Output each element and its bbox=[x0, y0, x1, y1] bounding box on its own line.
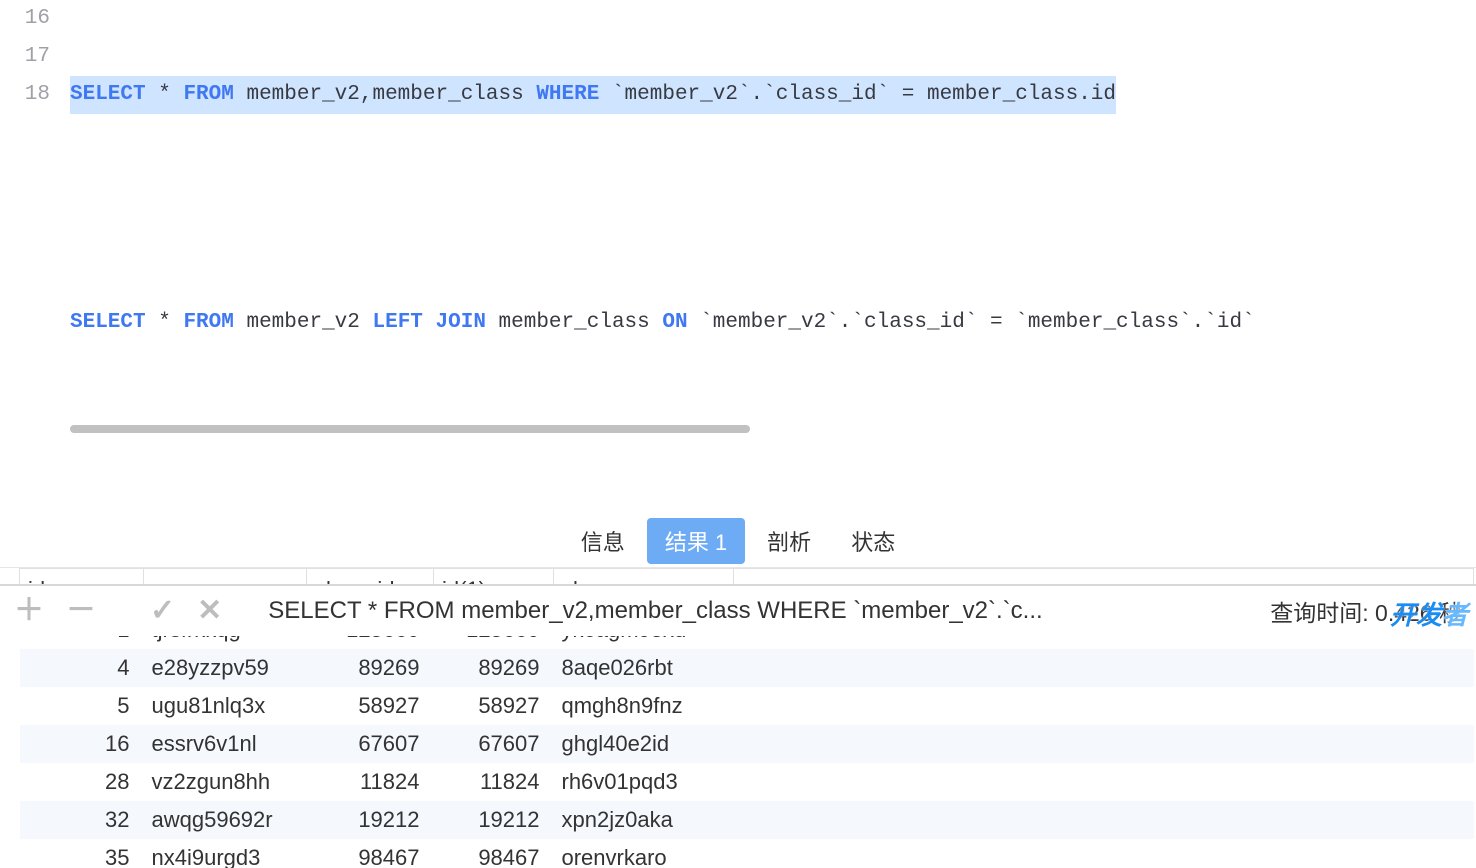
code-line-16[interactable]: SELECT * FROM member_v2,member_class WHE… bbox=[70, 76, 1476, 114]
cell-class-id[interactable]: 89269 bbox=[307, 649, 434, 687]
keyword-select: SELECT bbox=[70, 83, 146, 106]
line-number: 18 bbox=[0, 76, 50, 114]
table-row[interactable]: 32 awqg59692r 19212 19212 xpn2jz0aka bbox=[20, 801, 1474, 839]
cell-class-id[interactable]: 98467 bbox=[307, 839, 434, 868]
table-row[interactable]: 35 nx4i9urgd3 98467 98467 orenvrkaro bbox=[20, 839, 1474, 868]
keyword-where: WHERE bbox=[536, 83, 599, 106]
cell-class-name[interactable]: orenvrkaro bbox=[554, 839, 734, 868]
table-body: 1 tjrsfrkkqg 125660 125660 yk6agm95xd 4 … bbox=[20, 611, 1474, 868]
line-number-gutter: 16 17 18 bbox=[0, 0, 70, 514]
scrollbar-thumb[interactable] bbox=[70, 425, 750, 433]
cell-id[interactable]: 4 bbox=[20, 649, 144, 687]
cell-class-id[interactable]: 11824 bbox=[307, 763, 434, 801]
cell-id1[interactable]: 11824 bbox=[434, 763, 554, 801]
cell-class-id[interactable]: 58927 bbox=[307, 687, 434, 725]
cell-id1[interactable]: 58927 bbox=[434, 687, 554, 725]
table-row[interactable]: 4 e28yzzpv59 89269 89269 8aqe026rbt bbox=[20, 649, 1474, 687]
query-time-label: 查询时间: bbox=[1270, 600, 1368, 626]
tab-result-1[interactable]: 结果 1 bbox=[647, 518, 745, 564]
status-bar-actions: ＋ － ✓ ✕ bbox=[14, 596, 222, 626]
table-row[interactable]: 28 vz2zgun8hh 11824 11824 rh6v01pqd3 bbox=[20, 763, 1474, 801]
line-number: 16 bbox=[0, 0, 50, 38]
cell-id[interactable]: 5 bbox=[20, 687, 144, 725]
cell-id1[interactable]: 19212 bbox=[434, 801, 554, 839]
query-time: 查询时间: 0.426 秒 bbox=[1270, 594, 1462, 628]
cell-id1[interactable]: 89269 bbox=[434, 649, 554, 687]
delete-row-button[interactable]: － bbox=[66, 596, 96, 626]
cell-class-name[interactable]: 8aqe026rbt bbox=[554, 649, 734, 687]
status-query-text: SELECT * FROM member_v2,member_class WHE… bbox=[268, 597, 1042, 625]
add-row-button[interactable]: ＋ bbox=[14, 596, 44, 626]
cell-name[interactable]: vz2zgun8hh bbox=[144, 763, 307, 801]
keyword-select: SELECT bbox=[70, 304, 146, 342]
cell-class-name[interactable]: rh6v01pqd3 bbox=[554, 763, 734, 801]
cancel-button[interactable]: ✕ bbox=[197, 596, 222, 626]
tab-status[interactable]: 状态 bbox=[833, 518, 913, 564]
cell-class-name[interactable]: xpn2jz0aka bbox=[554, 801, 734, 839]
query-time-value: 0.426 秒 bbox=[1375, 600, 1462, 626]
code-content[interactable]: SELECT * FROM member_v2,member_class WHE… bbox=[70, 0, 1476, 514]
keyword-from: FROM bbox=[183, 83, 233, 106]
cell-id[interactable]: 32 bbox=[20, 801, 144, 839]
cell-id1[interactable]: 67607 bbox=[434, 725, 554, 763]
table-row[interactable]: 16 essrv6v1nl 67607 67607 ghgl40e2id bbox=[20, 725, 1474, 763]
tab-info[interactable]: 信息 bbox=[563, 518, 643, 564]
cell-name[interactable]: e28yzzpv59 bbox=[144, 649, 307, 687]
status-bar: ＋ － ✓ ✕ SELECT * FROM member_v2,member_c… bbox=[0, 584, 1476, 636]
apply-button[interactable]: ✓ bbox=[150, 596, 175, 626]
cell-id1[interactable]: 98467 bbox=[434, 839, 554, 868]
cell-name[interactable]: nx4i9urgd3 bbox=[144, 839, 307, 868]
keyword-from: FROM bbox=[183, 304, 233, 342]
code-line-17[interactable] bbox=[70, 190, 1476, 228]
cell-id[interactable]: 35 bbox=[20, 839, 144, 868]
cell-class-id[interactable]: 19212 bbox=[307, 801, 434, 839]
tab-profile[interactable]: 剖析 bbox=[749, 518, 829, 564]
cell-name[interactable]: ugu81nlq3x bbox=[144, 687, 307, 725]
cell-id[interactable]: 28 bbox=[20, 763, 144, 801]
cell-name[interactable]: essrv6v1nl bbox=[144, 725, 307, 763]
cell-name[interactable]: awqg59692r bbox=[144, 801, 307, 839]
cell-class-id[interactable]: 67607 bbox=[307, 725, 434, 763]
cell-id[interactable]: 16 bbox=[20, 725, 144, 763]
line-number: 17 bbox=[0, 38, 50, 76]
results-tabs: 信息 结果 1 剖析 状态 bbox=[0, 514, 1476, 568]
code-line-18[interactable]: SELECT * FROM member_v2 LEFT JOIN member… bbox=[70, 304, 1476, 342]
table-row[interactable]: 5 ugu81nlq3x 58927 58927 qmgh8n9fnz bbox=[20, 687, 1474, 725]
cell-class-name[interactable]: ghgl40e2id bbox=[554, 725, 734, 763]
keyword-left: LEFT bbox=[372, 304, 422, 342]
horizontal-scrollbar[interactable] bbox=[70, 422, 1476, 436]
keyword-join: JOIN bbox=[423, 304, 486, 342]
keyword-on: ON bbox=[662, 304, 687, 342]
cell-class-name[interactable]: qmgh8n9fnz bbox=[554, 687, 734, 725]
sql-editor[interactable]: 16 17 18 SELECT * FROM member_v2,member_… bbox=[0, 0, 1476, 514]
